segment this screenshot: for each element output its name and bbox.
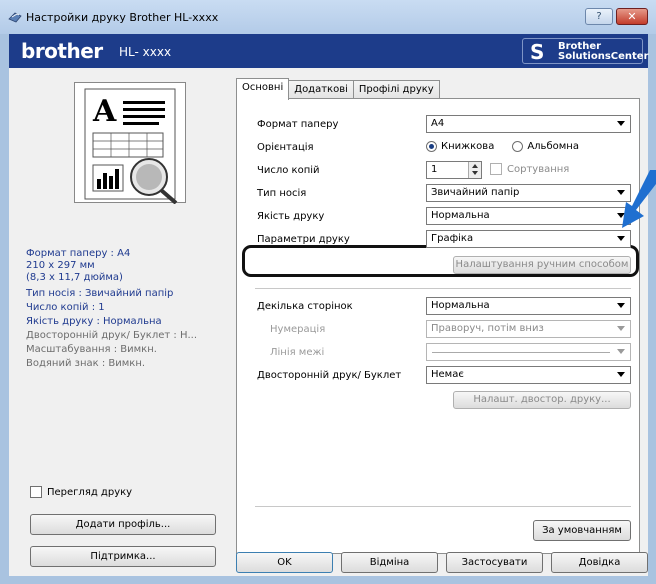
model-name: HL- xxxx (119, 45, 172, 59)
collate-box[interactable] (490, 163, 502, 175)
print-quality-select[interactable]: Нормальна (426, 207, 631, 225)
tab-advanced[interactable]: Додаткові (288, 80, 354, 100)
brother-logo: brother (21, 39, 103, 63)
portrait-radio[interactable] (426, 141, 437, 152)
summary-line: Водяний знак : Вимкн. (26, 358, 146, 369)
chevron-down-icon (617, 349, 625, 354)
summary-line: 210 x 297 мм (26, 260, 95, 271)
printer-app-icon (8, 12, 22, 23)
collate-checkbox[interactable]: Сортування (490, 163, 569, 175)
chevron-down-icon (617, 372, 625, 377)
paper-size-select[interactable]: A4 (426, 115, 631, 133)
summary-line: Формат паперу : A4 (26, 248, 131, 259)
media-type-value: Звичайний папір (431, 187, 520, 198)
divider (255, 506, 631, 507)
basic-tab-content: Формат паперу A4 Орієнтація Книжкова Аль… (236, 98, 640, 554)
print-quality-label: Якість друку (257, 211, 325, 222)
duplex-select[interactable]: Немає (426, 366, 631, 384)
copies-input[interactable]: 1 (426, 161, 482, 179)
tab-strip: Основні Додаткові Профілі друку (236, 78, 440, 100)
summary-line: Двосторонній друк/ Буклет : Н... (26, 330, 198, 341)
copies-label: Число копій (257, 165, 320, 176)
page-order-label: Нумерація (270, 324, 326, 335)
support-button[interactable]: Підтримка... (30, 546, 216, 567)
border-line-sample (432, 352, 610, 353)
tab-print-profiles[interactable]: Профілі друку (352, 80, 440, 100)
spin-down-icon[interactable] (472, 171, 478, 175)
chevron-down-icon (617, 236, 625, 241)
title-bar[interactable]: Настройки друку Brother HL-xxxx ? ✕ (0, 0, 656, 34)
tab-basic[interactable]: Основні (236, 78, 290, 100)
print-settings-select[interactable]: Графіка (426, 230, 631, 248)
collate-label: Сортування (507, 163, 570, 175)
paper-size-value: A4 (431, 118, 445, 129)
chevron-down-icon (617, 303, 625, 308)
summary-line: (8,3 x 11,7 дюйма) (26, 272, 123, 283)
apply-button[interactable]: Застосувати (446, 552, 543, 573)
window-title: Настройки друку Brother HL-xxxx (26, 11, 219, 24)
portrait-label: Книжкова (441, 141, 495, 152)
landscape-radio[interactable] (512, 141, 524, 152)
left-panel: A Формат паперу: A4 210 x 297 мм (8,3 x… (9, 68, 227, 576)
settings-summary: Формат паперу : A4 210 x 297 мм (8,3 x 1… (26, 248, 226, 370)
summary-line: Число копій : 1 (26, 302, 105, 313)
summary-line: Тип носія : Звичайний папір (26, 288, 174, 299)
print-preview-label: Перегляд друку (47, 486, 133, 498)
page-order-select[interactable]: Праворуч, потім вниз (426, 320, 631, 338)
divider (255, 288, 631, 289)
chevron-down-icon (617, 121, 625, 126)
add-profile-button[interactable]: Додати профіль... (30, 514, 216, 535)
copies-value: 1 (431, 164, 438, 175)
callout-arrow-icon (622, 170, 656, 228)
summary-line: Якість друку : Нормальна (26, 316, 162, 327)
cancel-button[interactable]: Відміна (341, 552, 438, 573)
border-line-select[interactable] (426, 343, 631, 361)
print-settings-window: Настройки друку Brother HL-xxxx ? ✕ brot… (0, 0, 656, 584)
dialog-body: A Формат паперу: A4 210 x 297 мм (8,3 x… (9, 68, 648, 576)
multiple-pages-label: Декілька сторінок (257, 301, 353, 312)
solutions-logo-icon: S (530, 40, 545, 64)
print-settings-value: Графіка (431, 233, 474, 244)
document-preview-icon: A (84, 88, 178, 205)
duplex-label: Двосторонній друк/ Буклет (257, 370, 402, 381)
border-line-label: Лінія межі (270, 347, 325, 358)
paper-size-label: Формат паперу (257, 119, 339, 130)
svg-text:A: A (92, 94, 117, 129)
page-preview: A (74, 82, 186, 205)
summary-line: Масштабування : Вимкн. (26, 344, 157, 355)
page-order-value: Праворуч, потім вниз (431, 323, 544, 334)
multiple-pages-select[interactable]: Нормальна (426, 297, 631, 315)
help-button[interactable]: Довідка (551, 552, 648, 573)
solutions-line2: SolutionsCenter (558, 51, 649, 62)
manual-settings-button[interactable]: Налаштування ручним способом (453, 256, 631, 274)
print-preview-checkbox[interactable]: Перегляд друку (30, 486, 132, 498)
checkbox-box[interactable] (30, 486, 42, 498)
duplex-value: Немає (431, 369, 464, 380)
spin-up-icon[interactable] (472, 164, 478, 168)
duplex-settings-button[interactable]: Налашт. двостор. друку... (453, 391, 631, 409)
landscape-label: Альбомна (527, 141, 579, 152)
orientation-group: Книжкова Альбомна (426, 141, 579, 152)
ok-button[interactable]: OK (236, 552, 333, 573)
orientation-label: Орієнтація (257, 142, 314, 153)
copies-spinner[interactable] (468, 162, 481, 178)
chevron-down-icon (617, 326, 625, 331)
default-button[interactable]: За умовчанням (533, 520, 631, 541)
media-type-select[interactable]: Звичайний папір (426, 184, 631, 202)
help-title-button[interactable]: ? (585, 8, 613, 25)
print-settings-label: Параметри друку (257, 234, 350, 245)
solutions-center-button[interactable]: S Brother SolutionsCenter (522, 38, 649, 64)
close-window-button[interactable]: ✕ (616, 8, 648, 25)
brand-header: brother HL- xxxx S Brother SolutionsCent… (9, 34, 649, 68)
print-quality-value: Нормальна (431, 210, 490, 221)
multiple-pages-value: Нормальна (431, 300, 490, 311)
settings-tabs-panel: Основні Додаткові Профілі друку Формат п… (236, 78, 640, 558)
media-type-label: Тип носія (257, 188, 307, 199)
